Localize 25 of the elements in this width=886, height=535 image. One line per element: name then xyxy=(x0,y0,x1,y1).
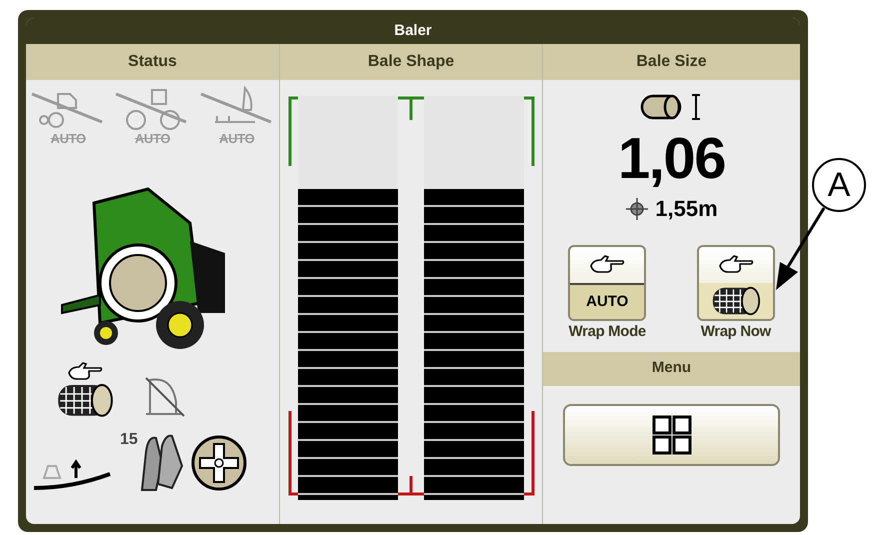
window-title: Baler xyxy=(26,18,800,44)
auto-label: AUTO xyxy=(219,132,254,145)
button-label: Wrap Now xyxy=(700,322,771,342)
grid-icon xyxy=(652,414,692,454)
column-heading: Bale Size xyxy=(543,44,800,80)
menu-button[interactable] xyxy=(563,404,780,466)
crosshair-dial-icon xyxy=(190,434,248,492)
target-icon xyxy=(625,196,650,220)
pointing-hand-icon xyxy=(718,254,754,276)
net-bale-icon xyxy=(710,286,761,316)
bale-diameter: 1,55m xyxy=(655,195,718,223)
bale-size-value: 1,06 xyxy=(616,130,726,188)
pointing-hand-icon xyxy=(589,254,626,276)
callout-label: A xyxy=(812,158,866,212)
wrap-now-button[interactable] xyxy=(696,245,775,321)
auto-label: AUTO xyxy=(134,132,170,145)
menu-heading: Menu xyxy=(543,352,800,386)
column-heading: Status xyxy=(26,44,279,80)
wrap-mode-button[interactable]: AUTO xyxy=(568,245,646,321)
bale-count: 15 xyxy=(120,432,138,448)
net-bale-icon xyxy=(56,383,114,418)
button-label: Wrap Mode xyxy=(568,322,646,342)
pointing-hand-icon xyxy=(67,361,103,383)
column-heading: Bale Shape xyxy=(280,44,542,80)
auto-label: AUTO xyxy=(50,132,86,145)
